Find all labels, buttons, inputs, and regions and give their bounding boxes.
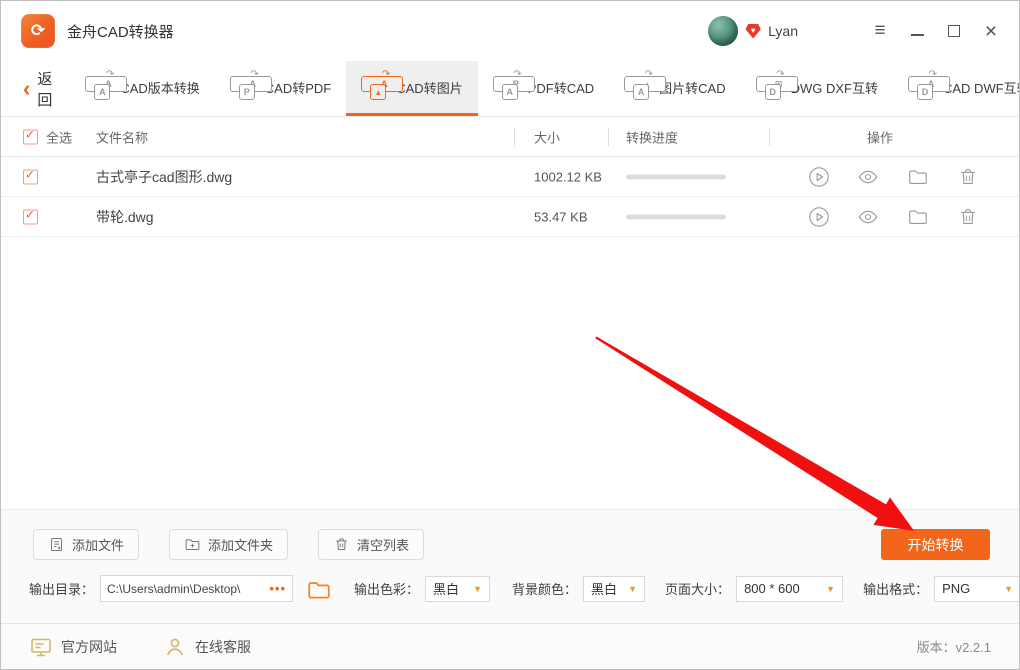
preview-eye-icon[interactable] [857,206,879,228]
table-row[interactable]: 带轮.dwg 53.47 KB [1,197,1019,237]
file-list: 全选 文件名称 大小 转换进度 操作 古式亭子cad图形.dwg 1002.12… [1,117,1019,509]
tab-cad-version-convert[interactable]: AA CAD版本转换 [70,61,214,116]
clear-list-button[interactable]: 清空列表 [318,529,424,560]
doc-convert-icon: ▴A [624,74,651,100]
online-support-link[interactable]: 在线客服 [163,635,251,659]
file-size: 53.47 KB [534,209,588,224]
user-account[interactable]: Lyan [708,16,798,46]
tab-cad-dwf-convert[interactable]: AD CAD DWF互转 [893,61,1020,116]
play-icon[interactable] [808,206,830,228]
app-window: 金舟CAD转换器 Lyan 返回 AA CAD版本转换 AP CAD转PDF A… [0,0,1020,670]
output-settings: 输出目录： ••• 输出色彩： 黑白 背景颜色： 黑白 页面大小： 800 * … [29,575,1020,602]
tab-image-to-cad[interactable]: ▴A 图片转CAD [609,61,740,116]
open-output-folder-icon[interactable] [306,577,332,601]
delete-trash-icon[interactable] [957,166,979,188]
column-progress: 转换进度 [626,127,678,146]
output-format-select[interactable]: PNG [934,576,1020,602]
footer: 官方网站 在线客服 版本：v2.2.1 [1,623,1019,669]
menu-icon[interactable] [872,23,888,39]
file-plus-icon [48,536,65,553]
select-all-checkbox[interactable] [23,129,38,144]
output-dir-input[interactable] [107,582,266,596]
doc-convert-icon: AD [908,74,935,100]
tab-pdf-to-cad[interactable]: PA PDF转CAD [478,61,609,116]
app-title: 金舟CAD转换器 [67,21,174,42]
doc-convert-icon: AP [230,74,257,100]
file-size: 1002.12 KB [534,169,602,184]
row-checkbox[interactable] [23,209,38,224]
progress-bar [626,174,726,179]
titlebar: 金舟CAD转换器 Lyan [1,1,1019,61]
preview-eye-icon[interactable] [857,166,879,188]
column-size: 大小 [534,127,560,146]
minimize-icon[interactable] [909,23,925,39]
chevron-left-icon [23,78,30,100]
column-file-name: 文件名称 [96,127,148,146]
output-color-select[interactable]: 黑白 [425,576,490,602]
tab-cad-to-pdf[interactable]: AP CAD转PDF [215,61,346,116]
column-divider [514,128,515,146]
official-site-link[interactable]: 官方网站 [29,635,117,659]
folder-plus-icon [184,536,201,553]
doc-convert-icon: ⊞D [756,74,783,100]
doc-convert-icon: PA [493,74,520,100]
bg-color-label: 背景颜色： [512,579,577,598]
person-icon [163,635,187,659]
user-avatar[interactable] [708,16,738,46]
tab-dwg-dxf-convert[interactable]: ⊞D DWG DXF互转 [741,61,893,116]
bg-color-select[interactable]: 黑白 [583,576,645,602]
page-size-select[interactable]: 800 * 600 [736,576,843,602]
monitor-icon [29,635,53,659]
file-name: 带轮.dwg [96,207,154,227]
close-icon[interactable] [983,23,999,39]
select-all-label: 全选 [46,127,72,146]
column-actions: 操作 [769,127,991,146]
doc-convert-icon: AA [85,74,112,100]
output-color-label: 输出色彩： [354,579,419,598]
maximize-icon[interactable] [946,23,962,39]
back-label: 返回 [37,68,52,110]
progress-bar [626,214,726,219]
start-convert-button[interactable]: 开始转换 [881,529,990,560]
app-logo-icon [21,14,55,48]
column-divider [769,128,770,146]
vip-badge-icon [745,24,761,39]
table-header: 全选 文件名称 大小 转换进度 操作 [1,117,1019,157]
delete-trash-icon[interactable] [957,206,979,228]
table-row[interactable]: 古式亭子cad图形.dwg 1002.12 KB [1,157,1019,197]
add-file-button[interactable]: 添加文件 [33,529,139,560]
tab-cad-to-image[interactable]: A▴ CAD转图片 [346,61,477,116]
back-button[interactable]: 返回 [1,61,70,116]
tab-bar: 返回 AA CAD版本转换 AP CAD转PDF A▴ CAD转图片 PA PD… [1,61,1019,117]
browse-button[interactable]: ••• [269,581,286,596]
trash-icon [333,536,350,553]
window-controls [872,23,999,39]
output-format-label: 输出格式： [863,579,928,598]
file-name: 古式亭子cad图形.dwg [96,167,232,187]
add-folder-button[interactable]: 添加文件夹 [169,529,288,560]
column-divider [608,128,609,146]
open-folder-icon[interactable] [907,166,929,188]
bottom-panel: 添加文件 添加文件夹 清空列表 开始转换 输出目录： ••• 输出色彩： 黑白 [1,509,1019,623]
doc-convert-icon: A▴ [361,74,388,100]
play-icon[interactable] [808,166,830,188]
output-dir-box: ••• [100,575,293,602]
output-dir-label: 输出目录： [29,579,94,598]
open-folder-icon[interactable] [907,206,929,228]
username: Lyan [768,23,798,39]
page-size-label: 页面大小： [665,579,730,598]
toolbar: 添加文件 添加文件夹 清空列表 [33,529,454,560]
row-checkbox[interactable] [23,169,38,184]
version-text: 版本：v2.2.1 [917,637,991,656]
